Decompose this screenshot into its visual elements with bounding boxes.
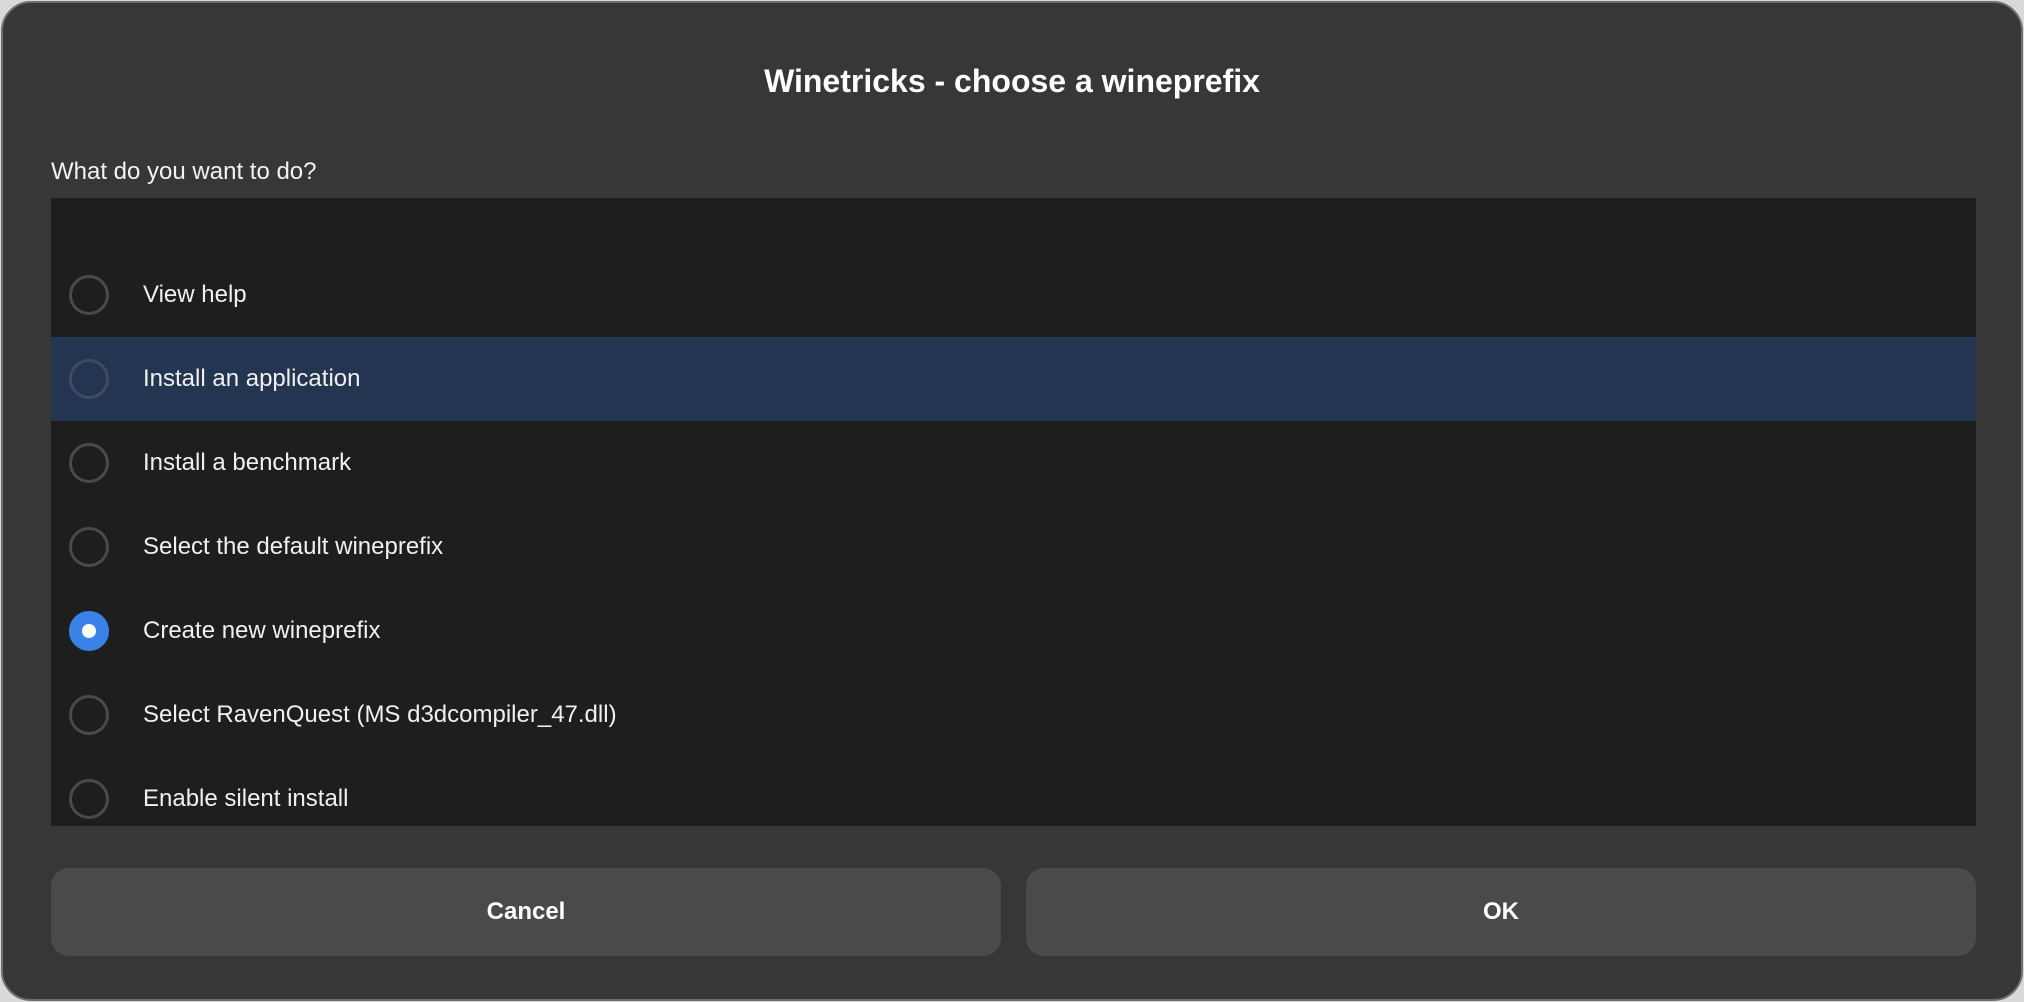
radio-button-icon[interactable]: [69, 695, 109, 735]
option-label: Install a benchmark: [143, 449, 352, 476]
prompt-label: What do you want to do?: [51, 158, 317, 185]
option-select-default-wineprefix[interactable]: Select the default wineprefix: [51, 505, 1976, 589]
options-list[interactable]: View help Install an application Install…: [51, 198, 1976, 826]
option-select-ravenquest[interactable]: Select RavenQuest (MS d3dcompiler_47.dll…: [51, 673, 1976, 757]
option-create-new-wineprefix[interactable]: Create new wineprefix: [51, 589, 1976, 673]
radio-button-icon[interactable]: [69, 359, 109, 399]
option-label: Select the default wineprefix: [143, 533, 444, 560]
radio-button-checked-icon[interactable]: [69, 611, 109, 651]
option-label: Install an application: [143, 365, 361, 392]
radio-button-icon[interactable]: [69, 527, 109, 567]
dialog-title: Winetricks - choose a wineprefix: [764, 63, 1260, 99]
option-label: Create new wineprefix: [143, 617, 381, 644]
option-label: Select RavenQuest (MS d3dcompiler_47.dll…: [143, 701, 617, 728]
radio-button-icon[interactable]: [69, 443, 109, 483]
winetricks-dialog: Winetricks - choose a wineprefix What do…: [1, 1, 2023, 1001]
option-label: Enable silent install: [143, 785, 349, 812]
option-install-application[interactable]: Install an application: [51, 337, 1976, 421]
option-enable-silent-install[interactable]: Enable silent install: [51, 757, 1976, 826]
radio-button-icon[interactable]: [69, 275, 109, 315]
ok-button[interactable]: OK: [1026, 868, 1976, 956]
radio-button-icon[interactable]: [69, 779, 109, 819]
option-install-benchmark[interactable]: Install a benchmark: [51, 421, 1976, 505]
cancel-button[interactable]: Cancel: [51, 868, 1001, 956]
option-label: View help: [143, 281, 247, 308]
option-view-help[interactable]: View help: [51, 253, 1976, 337]
